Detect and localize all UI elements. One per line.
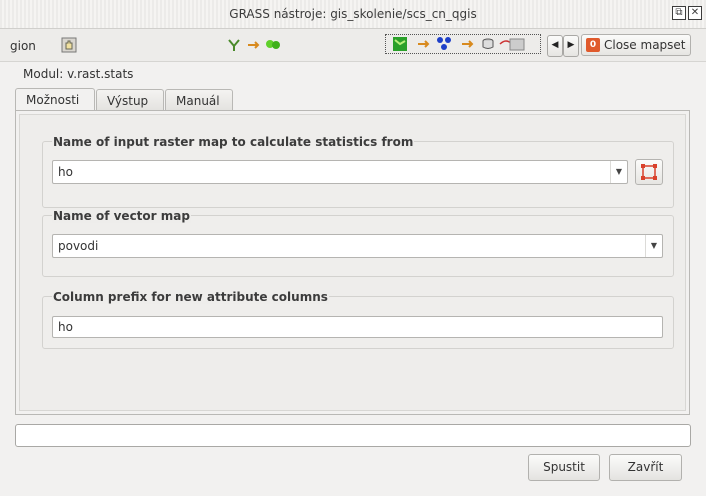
- raster-map-value: ho: [58, 165, 73, 179]
- arrow-right-icon: [460, 36, 476, 52]
- toolbar: gion ◀ ▶ 0 Close mapset: [0, 29, 706, 62]
- window-title: GRASS nástroje: gis_skolenie/scs_cn_qgis: [229, 7, 477, 21]
- prefix-input-group: Column prefix for new attribute columns …: [42, 290, 674, 349]
- raster-map-combobox[interactable]: ho ▼: [52, 160, 628, 184]
- vector-input-title: Name of vector map: [52, 209, 191, 223]
- options-inner-frame: Name of input raster map to calculate st…: [19, 114, 686, 411]
- tab-manual[interactable]: Manuál: [165, 89, 233, 110]
- close-mapset-label: Close mapset: [604, 38, 686, 52]
- close-window-button[interactable]: ✕: [688, 6, 702, 20]
- raster-map-icon[interactable]: [392, 36, 408, 52]
- run-button[interactable]: Spustit: [528, 454, 600, 481]
- hand-icon[interactable]: [61, 37, 77, 53]
- close-button[interactable]: Zavřít: [609, 454, 682, 481]
- arrow-right-icon: [416, 36, 432, 52]
- column-prefix-value: ho: [58, 320, 73, 334]
- vector-map-icon[interactable]: [436, 36, 452, 52]
- options-panel: Name of input raster map to calculate st…: [15, 110, 690, 415]
- table-icon[interactable]: [498, 36, 525, 52]
- command-status-field[interactable]: [15, 424, 691, 447]
- raster-input-title: Name of input raster map to calculate st…: [52, 135, 415, 149]
- module-label: Modul: v.rast.stats: [23, 67, 134, 81]
- prefix-input-title: Column prefix for new attribute columns: [52, 290, 329, 304]
- vector-input-group: Name of vector map povodi ▼: [42, 209, 674, 277]
- tab-output[interactable]: Výstup: [96, 89, 164, 110]
- close-mapset-icon: 0: [586, 38, 600, 52]
- selection-icon: [641, 164, 657, 180]
- module-flow-icons: [385, 34, 541, 54]
- restore-window-button[interactable]: ⧉: [672, 6, 686, 20]
- raster-input-group: Name of input raster map to calculate st…: [42, 135, 674, 208]
- chevron-down-icon[interactable]: ▼: [610, 161, 627, 183]
- vector-map-combobox[interactable]: povodi ▼: [52, 234, 663, 258]
- vector-map-value: povodi: [58, 239, 99, 253]
- chevron-down-icon[interactable]: ▼: [645, 235, 662, 257]
- window-titlebar: GRASS nástroje: gis_skolenie/scs_cn_qgis…: [0, 0, 706, 29]
- fork-icon[interactable]: [226, 37, 242, 53]
- nav-prev-button[interactable]: ◀: [547, 35, 563, 57]
- arrow-right-icon: [246, 37, 262, 53]
- select-from-canvas-button[interactable]: [635, 159, 663, 185]
- close-mapset-button[interactable]: 0 Close mapset: [581, 34, 691, 56]
- vector-map-icon[interactable]: [265, 37, 281, 53]
- nav-next-button[interactable]: ▶: [563, 35, 579, 57]
- column-prefix-input[interactable]: ho: [52, 316, 663, 338]
- database-icon[interactable]: [480, 36, 496, 52]
- tab-options[interactable]: Možnosti: [15, 88, 95, 111]
- region-partial-label[interactable]: gion: [10, 39, 36, 53]
